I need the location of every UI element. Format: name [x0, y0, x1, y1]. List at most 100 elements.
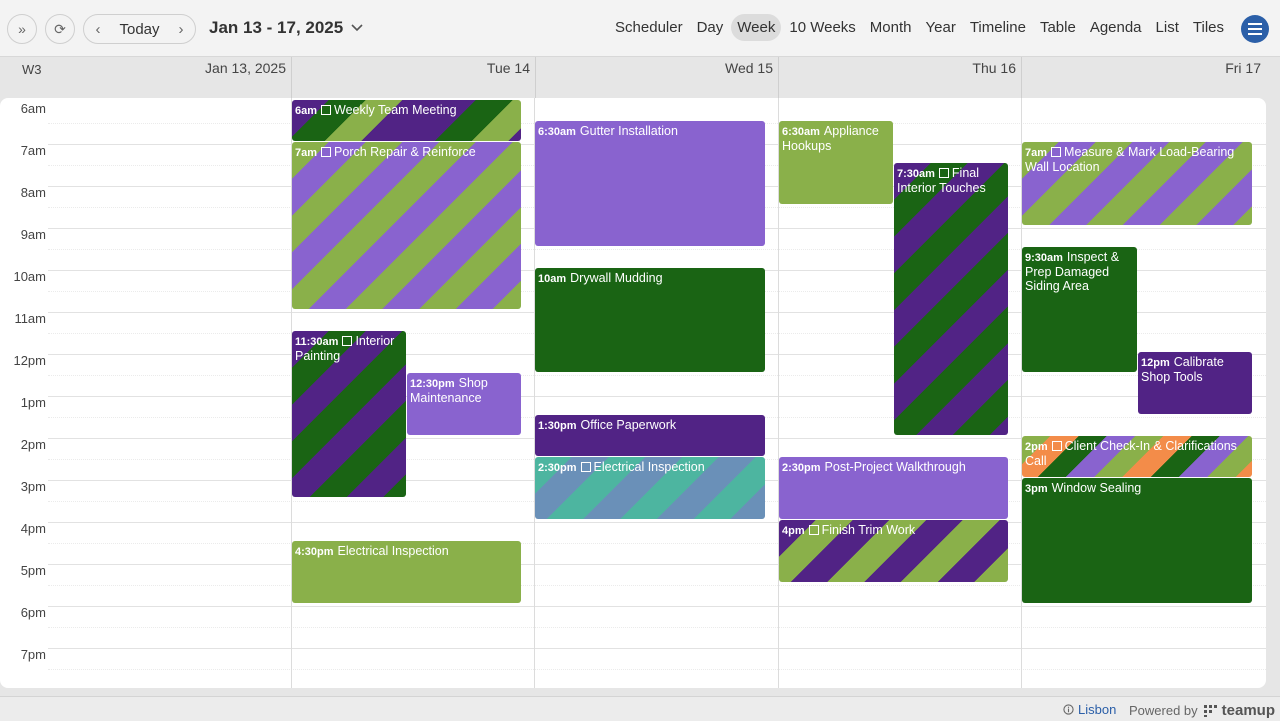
- event-time: 6am: [295, 105, 318, 117]
- date-range-picker[interactable]: Jan 13 - 17, 2025: [209, 18, 363, 38]
- hour-label: 11am: [14, 311, 46, 326]
- event-time: 7:30am: [897, 168, 935, 180]
- view-month[interactable]: Month: [864, 14, 918, 41]
- event-time: 12pm: [1141, 357, 1170, 369]
- recurring-icon: [938, 168, 949, 178]
- event-porch-repair[interactable]: 7am Porch Repair & Reinforce: [292, 142, 521, 309]
- hour-line: [48, 606, 1266, 607]
- event-gutter-installation[interactable]: 6:30am Gutter Installation: [535, 121, 765, 246]
- event-interior-painting[interactable]: 11:30am Interior Painting: [292, 331, 406, 497]
- calendar-grid[interactable]: 6am 7am 8am 9am 10am 11am 12pm 1pm 2pm 3…: [0, 98, 1266, 688]
- view-timeline[interactable]: Timeline: [964, 14, 1032, 41]
- recurring-icon: [1051, 441, 1062, 451]
- timezone-link[interactable]: Lisbon: [1063, 702, 1116, 717]
- event-title: Electrical Inspection: [593, 460, 705, 474]
- event-shop-maintenance[interactable]: 12:30pm Shop Maintenance: [407, 373, 521, 435]
- hour-label: 12pm: [13, 353, 46, 368]
- day-header-tue[interactable]: Tue 14: [291, 57, 535, 98]
- half-hour-line: [48, 669, 1266, 670]
- info-icon: [1063, 704, 1074, 715]
- event-measure-mark-wall[interactable]: 7am Measure & Mark Load-Bearing Wall Loca…: [1022, 142, 1252, 225]
- hour-label: 1pm: [20, 395, 46, 410]
- event-time: 7am: [1025, 147, 1048, 159]
- recurring-icon: [342, 336, 353, 346]
- view-tiles[interactable]: Tiles: [1187, 14, 1230, 41]
- view-day[interactable]: Day: [691, 14, 730, 41]
- event-time: 2pm: [1025, 441, 1048, 453]
- day-header-row: Jan 13, 2025 Tue 14 Wed 15 Thu 16 Fri 17: [0, 57, 1266, 98]
- recurring-icon: [580, 462, 591, 472]
- refresh-icon: ⟳: [54, 20, 66, 37]
- hour-label: 6pm: [20, 605, 46, 620]
- view-scheduler[interactable]: Scheduler: [609, 14, 689, 41]
- hour-label: 6am: [20, 101, 46, 116]
- view-week[interactable]: Week: [731, 14, 782, 41]
- next-button[interactable]: ›: [167, 15, 195, 43]
- event-time: 12:30pm: [410, 378, 455, 390]
- timezone-label: Lisbon: [1078, 702, 1117, 717]
- event-post-project-walkthrough[interactable]: 2:30pm Post-Project Walkthrough: [779, 457, 1008, 519]
- today-button[interactable]: Today: [112, 21, 167, 38]
- view-agenda[interactable]: Agenda: [1084, 14, 1148, 41]
- hour-label: 9am: [20, 227, 46, 242]
- event-time: 9:30am: [1025, 252, 1063, 264]
- hour-label: 7am: [20, 143, 46, 158]
- event-time: 4:30pm: [295, 546, 334, 558]
- event-window-sealing[interactable]: 3pm Window Sealing: [1022, 478, 1252, 603]
- view-year[interactable]: Year: [920, 14, 962, 41]
- date-range-label: Jan 13 - 17, 2025: [209, 18, 344, 37]
- double-chevron-right-icon: »: [18, 21, 26, 37]
- event-title: Porch Repair & Reinforce: [334, 145, 476, 159]
- hour-label: 7pm: [20, 647, 46, 662]
- chevron-right-icon: ›: [178, 20, 184, 38]
- event-appliance-hookups[interactable]: 6:30am Appliance Hookups: [779, 121, 893, 204]
- week-number: W3: [22, 62, 42, 77]
- event-client-check-in[interactable]: 2pm Client Check-In & Clarifications Call: [1022, 436, 1252, 477]
- event-title: Finish Trim Work: [821, 523, 916, 537]
- refresh-button[interactable]: ⟳: [45, 14, 75, 44]
- event-title: Window Sealing: [1051, 481, 1142, 495]
- menu-button[interactable]: [1241, 15, 1269, 43]
- event-electrical-inspection-tue[interactable]: 4:30pm Electrical Inspection: [292, 541, 521, 603]
- event-calibrate-shop-tools[interactable]: 12pm Calibrate Shop Tools: [1138, 352, 1252, 414]
- recurring-icon: [321, 105, 332, 115]
- hour-label: 3pm: [20, 479, 46, 494]
- chevron-down-icon: [351, 24, 363, 32]
- hour-line: [48, 396, 1266, 397]
- event-office-paperwork[interactable]: 1:30pm Office Paperwork: [535, 415, 765, 456]
- brand-name: teamup: [1221, 702, 1275, 719]
- powered-by-label: Powered by: [1129, 703, 1198, 718]
- event-time: 11:30am: [295, 336, 339, 348]
- brand-logo: teamup: [1203, 702, 1275, 719]
- powered-by[interactable]: Powered by teamup: [1129, 702, 1275, 719]
- event-time: 7am: [295, 147, 318, 159]
- hour-label: 4pm: [20, 521, 46, 536]
- event-finish-trim-work[interactable]: 4pm Finish Trim Work: [779, 520, 1008, 582]
- chevron-left-icon: ‹: [95, 20, 101, 38]
- event-title: Drywall Mudding: [570, 271, 663, 285]
- event-inspect-siding[interactable]: 9:30am Inspect & Prep Damaged Siding Area: [1022, 247, 1137, 372]
- recurring-icon: [808, 525, 819, 535]
- recurring-icon: [1051, 147, 1062, 157]
- event-title: Post-Project Walkthrough: [824, 460, 966, 474]
- day-header-fri[interactable]: Fri 17: [1021, 57, 1266, 98]
- day-header-wed[interactable]: Wed 15: [535, 57, 778, 98]
- event-time: 2:30pm: [782, 462, 821, 474]
- view-switcher: Scheduler Day Week 10 Weeks Month Year T…: [609, 14, 1230, 41]
- view-list[interactable]: List: [1150, 14, 1185, 41]
- event-drywall-mudding[interactable]: 10am Drywall Mudding: [535, 268, 765, 372]
- footer: Lisbon Powered by teamup: [0, 696, 1280, 721]
- view-10-weeks[interactable]: 10 Weeks: [783, 14, 861, 41]
- recurring-icon: [321, 147, 332, 157]
- half-hour-line: [48, 375, 1266, 376]
- previous-button[interactable]: ‹: [84, 15, 112, 43]
- event-electrical-inspection-wed[interactable]: 2:30pm Electrical Inspection: [535, 457, 765, 519]
- event-final-interior-touches[interactable]: 7:30am Final Interior Touches: [894, 163, 1008, 435]
- date-navigation: ‹ Today ›: [83, 14, 196, 44]
- view-table[interactable]: Table: [1034, 14, 1082, 41]
- day-header-thu[interactable]: Thu 16: [778, 57, 1021, 98]
- event-weekly-team-meeting[interactable]: 6am Weekly Team Meeting: [292, 100, 521, 141]
- day-header-mon[interactable]: Jan 13, 2025: [48, 57, 291, 98]
- expand-sidebar-button[interactable]: »: [7, 14, 37, 44]
- half-hour-line: [48, 627, 1266, 628]
